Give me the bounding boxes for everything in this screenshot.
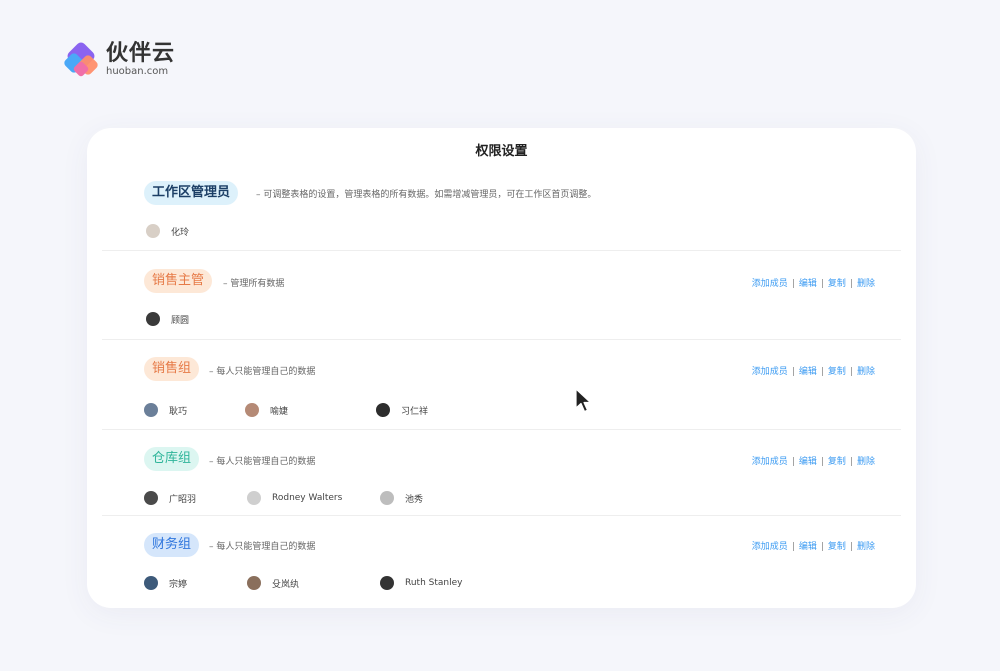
mouse-cursor-icon <box>575 388 592 413</box>
member[interactable]: Ruth Stanley <box>380 576 462 590</box>
separator: | <box>791 367 795 377</box>
separator: | <box>849 279 853 289</box>
avatar <box>144 576 158 590</box>
group-actions: 添加成员 | 编辑 | 复制 | 删除 <box>752 454 875 467</box>
avatar <box>245 403 259 417</box>
delete-button[interactable]: 删除 <box>857 542 875 552</box>
member-name: 化玲 <box>171 227 190 238</box>
add-member-button[interactable]: 添加成员 <box>752 542 788 552</box>
separator: | <box>791 542 795 552</box>
avatar <box>146 312 160 326</box>
group-description: – 每人只能管理自己的数据 <box>209 367 316 377</box>
group-actions: 添加成员 | 编辑 | 复制 | 删除 <box>752 276 875 289</box>
member[interactable]: 宗婷 <box>144 576 187 590</box>
page-title: 权限设置 <box>475 144 528 159</box>
group-tag: 销售组 <box>144 357 200 381</box>
avatar <box>146 224 160 238</box>
edit-button[interactable]: 编辑 <box>799 367 817 377</box>
add-member-button[interactable]: 添加成员 <box>752 279 788 289</box>
copy-button[interactable]: 复制 <box>828 542 846 552</box>
avatar <box>144 403 158 417</box>
group-finance: 财务组 – 每人只能管理自己的数据 添加成员 | 编辑 | 复制 | 删除 宗婷 殳岚纨 R… <box>102 516 901 606</box>
member-name: 顾圆 <box>171 315 190 326</box>
member[interactable]: 殳岚纨 <box>247 576 299 590</box>
avatar <box>380 491 394 505</box>
avatar <box>380 576 394 590</box>
separator: | <box>820 279 824 289</box>
member-name: 耿巧 <box>169 406 188 417</box>
member-name: 殳岚纨 <box>272 579 300 590</box>
member[interactable]: 顾圆 <box>146 312 189 326</box>
logo-icon <box>62 39 100 77</box>
separator: | <box>820 457 824 467</box>
edit-button[interactable]: 编辑 <box>799 279 817 289</box>
member-name: Rodney Walters <box>272 493 343 503</box>
edit-button[interactable]: 编辑 <box>799 457 817 467</box>
group-description: – 可调整表格的设置，管理表格的所有数据。如需增减管理员，可在工作区首页调整。 <box>256 190 597 200</box>
member-name: 池秀 <box>405 494 424 505</box>
copy-button[interactable]: 复制 <box>828 367 846 377</box>
member[interactable]: 耿巧 <box>144 403 187 417</box>
member[interactable]: 池秀 <box>380 491 423 505</box>
avatar <box>144 491 158 505</box>
group-description: – 每人只能管理自己的数据 <box>209 457 316 467</box>
member-name: 喻婕 <box>270 406 289 417</box>
edit-button[interactable]: 编辑 <box>799 542 817 552</box>
delete-button[interactable]: 删除 <box>857 457 875 467</box>
member-name: 宗婷 <box>169 579 188 590</box>
delete-button[interactable]: 删除 <box>857 279 875 289</box>
group-tag: 仓库组 <box>144 447 200 471</box>
brand-domain: huoban.com <box>106 66 169 77</box>
member-name: 习仁祥 <box>401 406 429 417</box>
group-sales: 销售组 – 每人只能管理自己的数据 添加成员 | 编辑 | 复制 | 删除 耿巧 喻婕 习仁… <box>102 340 901 430</box>
separator: | <box>849 457 853 467</box>
group-actions: 添加成员 | 编辑 | 复制 | 删除 <box>752 364 875 377</box>
separator: | <box>791 279 795 289</box>
member[interactable]: Rodney Walters <box>247 491 342 505</box>
group-actions: 添加成员 | 编辑 | 复制 | 删除 <box>752 539 875 552</box>
avatar <box>376 403 390 417</box>
avatar <box>247 576 261 590</box>
permission-settings-panel: 权限设置 工作区管理员 – 可调整表格的设置，管理表格的所有数据。如需增减管理员… <box>87 128 916 608</box>
avatar <box>247 491 261 505</box>
group-warehouse: 仓库组 – 每人只能管理自己的数据 添加成员 | 编辑 | 复制 | 删除 广昭羽 Rodn… <box>102 430 901 516</box>
group-description: – 每人只能管理自己的数据 <box>209 542 316 552</box>
brand-name: 伙伴云 <box>106 41 176 66</box>
add-member-button[interactable]: 添加成员 <box>752 367 788 377</box>
delete-button[interactable]: 删除 <box>857 367 875 377</box>
separator: | <box>849 367 853 377</box>
group-workspace-admin: 工作区管理员 – 可调整表格的设置，管理表格的所有数据。如需增减管理员，可在工作… <box>102 168 901 251</box>
copy-button[interactable]: 复制 <box>828 457 846 467</box>
member[interactable]: 习仁祥 <box>376 403 428 417</box>
member[interactable]: 化玲 <box>146 224 189 238</box>
brand-logo: 伙伴云 huoban.com <box>62 39 176 77</box>
separator: | <box>820 542 824 552</box>
separator: | <box>791 457 795 467</box>
separator: | <box>820 367 824 377</box>
add-member-button[interactable]: 添加成员 <box>752 457 788 467</box>
separator: | <box>849 542 853 552</box>
group-sales-supervisor: 销售主管 – 管理所有数据 添加成员 | 编辑 | 复制 | 删除 顾圆 <box>102 251 901 340</box>
member-name: Ruth Stanley <box>405 578 463 588</box>
group-tag: 销售主管 <box>144 269 213 293</box>
member-name: 广昭羽 <box>169 494 197 505</box>
group-description: – 管理所有数据 <box>223 279 285 289</box>
member[interactable]: 广昭羽 <box>144 491 196 505</box>
copy-button[interactable]: 复制 <box>828 279 846 289</box>
member[interactable]: 喻婕 <box>245 403 288 417</box>
group-tag: 工作区管理员 <box>144 181 239 205</box>
group-tag: 财务组 <box>144 533 200 557</box>
